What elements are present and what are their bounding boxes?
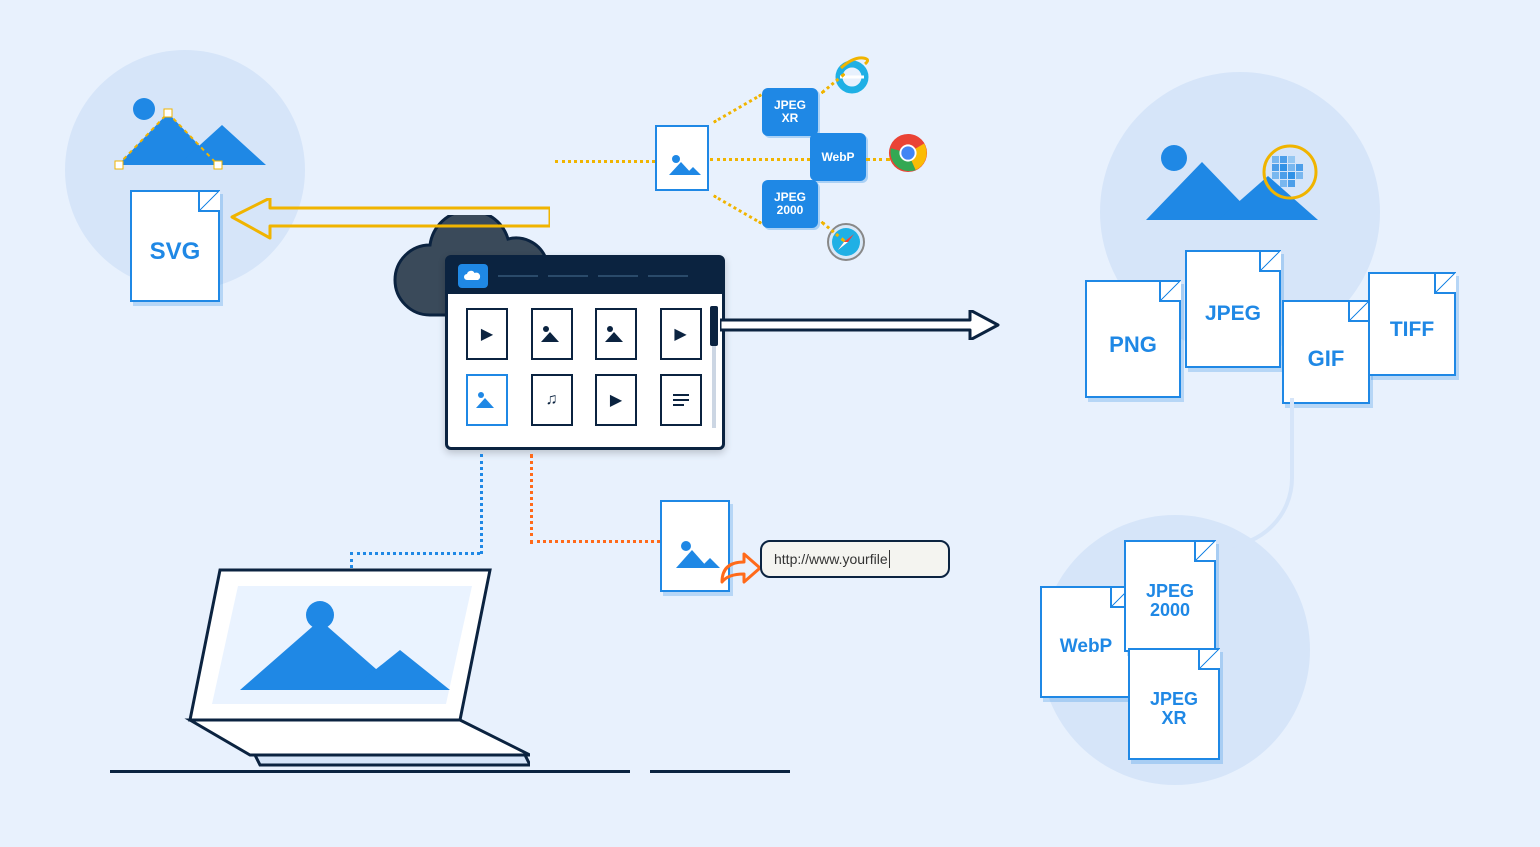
laptop-icon: [160, 560, 530, 775]
thumb-image-selected: [466, 374, 508, 426]
cluster-connector: [1214, 398, 1294, 548]
raster-mountains-icon: [1140, 140, 1330, 230]
thumb-doc: [660, 374, 702, 426]
badge-jpeg-2000: JPEG 2000: [762, 180, 818, 228]
thumb-video-1: ▶: [466, 308, 508, 360]
cloudinary-logo-icon: [458, 264, 488, 288]
file-tiff-label: TIFF: [1370, 318, 1454, 342]
dashboard-titlebar: [448, 258, 722, 294]
dotted-path-6: [866, 158, 890, 161]
dotted-path-4: [713, 194, 762, 224]
dashboard-scrollbar: [712, 306, 716, 428]
file-png-label: PNG: [1087, 332, 1179, 358]
file-gif: GIF: [1282, 300, 1370, 404]
file-svg: SVG: [130, 190, 220, 302]
arrow-to-svg: [230, 198, 550, 240]
dotted-blue-1: [480, 454, 483, 554]
file-jpeg2000: JPEG 2000: [1124, 540, 1216, 652]
thumb-audio: ♫: [531, 374, 573, 426]
file-tiff: TIFF: [1368, 272, 1456, 376]
file-svg-label: SVG: [132, 238, 218, 266]
arrow-to-formats: [720, 310, 1000, 340]
dotted-orange-2: [530, 454, 533, 544]
file-jpeg: JPEG: [1185, 250, 1281, 368]
file-webp: WebP: [1040, 586, 1132, 698]
dotted-path-3: [710, 158, 810, 161]
source-image-file: [655, 125, 709, 191]
url-text: http://www.yourfile: [774, 551, 888, 567]
dashboard-grid: ▶ ▶ ♫ ▶: [448, 294, 722, 440]
badge-jpeg2000-line2: 2000: [777, 204, 804, 217]
chrome-browser-icon: [888, 133, 928, 173]
file-jpegxr-label: JPEG XR: [1130, 690, 1218, 728]
dotted-path-2: [713, 93, 762, 123]
media-dashboard-window: ▶ ▶ ♫ ▶: [445, 255, 725, 450]
thumb-video-2: ▶: [660, 308, 702, 360]
dotted-orange-1: [530, 540, 660, 543]
badge-webp-label: WebP: [821, 151, 854, 164]
vector-mountains-icon: [110, 95, 270, 175]
ie-browser-icon: [832, 55, 872, 95]
file-jpeg-label: JPEG: [1187, 302, 1279, 326]
thumb-image-2: [595, 308, 637, 360]
baseline-right: [650, 770, 790, 773]
baseline-left: [110, 770, 630, 773]
badge-webp: WebP: [810, 133, 866, 181]
badge-jpeg-xr: JPEG XR: [762, 88, 818, 136]
file-jpeg2000-label: JPEG 2000: [1126, 582, 1214, 620]
dotted-blue-2: [350, 552, 480, 555]
share-arrow-icon: [718, 550, 762, 586]
url-field: http://www.yourfile: [760, 540, 950, 578]
file-png: PNG: [1085, 280, 1181, 398]
dotted-path-1: [555, 160, 655, 163]
file-jpegxr: JPEG XR: [1128, 648, 1220, 760]
file-gif-label: GIF: [1284, 346, 1368, 372]
badge-jpeg-xr-line2: XR: [782, 112, 799, 125]
file-webp-label: WebP: [1042, 636, 1130, 658]
thumb-image-1: [531, 308, 573, 360]
thumb-video-3: ▶: [595, 374, 637, 426]
